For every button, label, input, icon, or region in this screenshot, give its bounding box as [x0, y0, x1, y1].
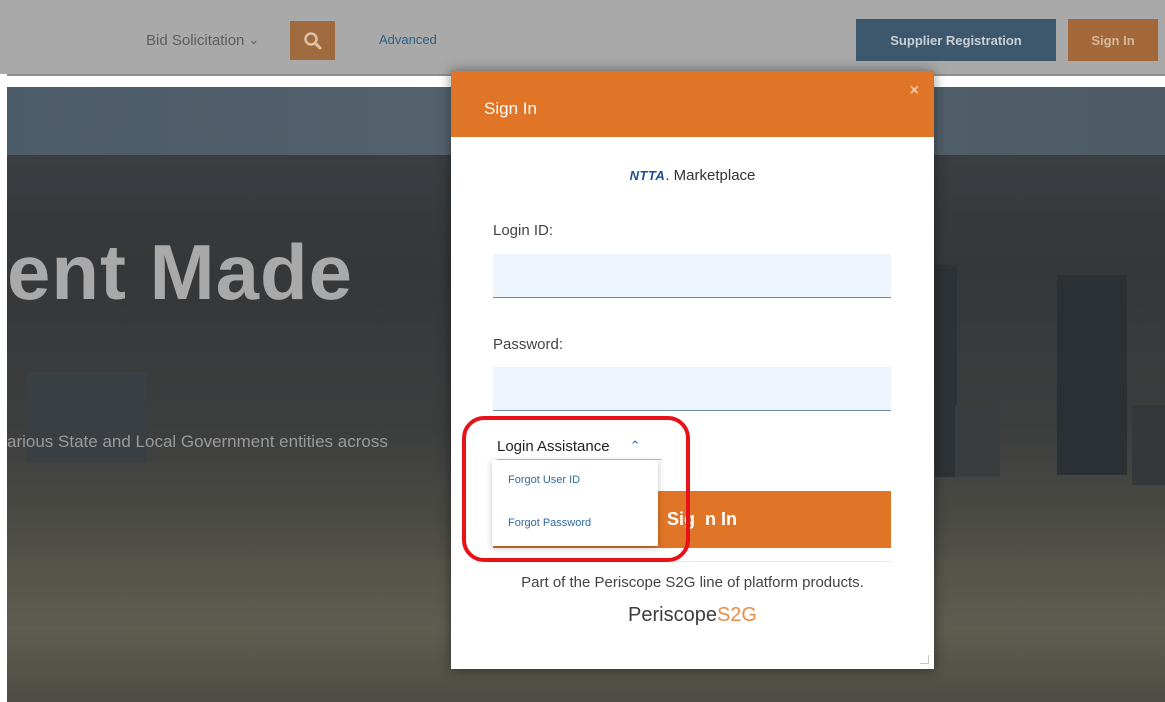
hero-subtitle: arious State and Local Government entiti… — [7, 432, 388, 451]
password-label: Password: — [493, 336, 564, 353]
bid-solicitation-select[interactable]: Bid Solicitation ⌄ — [146, 30, 259, 50]
annotation-highlight-ring — [462, 416, 690, 562]
hero-building — [955, 405, 1000, 477]
login-id-input[interactable] — [493, 254, 891, 298]
marketplace-logo-text: Marketplace — [673, 167, 756, 184]
modal-header: Sign In × — [451, 71, 934, 137]
top-navigation-bar: Bid Solicitation ⌄ Advanced Supplier Reg… — [0, 0, 1165, 76]
ntta-marketplace-logo: NTTA. Marketplace — [451, 167, 934, 184]
sign-in-modal: Sign In × NTTA. Marketplace Login ID: Pa… — [451, 71, 934, 669]
periscope-logo-text: Periscope — [628, 604, 717, 626]
platform-footer-text: Part of the Periscope S2G line of platfo… — [521, 574, 864, 591]
hero-building — [1132, 405, 1165, 485]
modal-title: Sign In — [484, 99, 537, 118]
close-icon[interactable]: × — [910, 83, 919, 99]
hero-building — [1057, 275, 1127, 475]
logo-dot: . — [665, 167, 670, 184]
search-button[interactable] — [290, 21, 335, 60]
sign-in-label-part-2: n In — [705, 509, 737, 529]
advanced-search-link[interactable]: Advanced — [379, 32, 437, 47]
s2g-logo-text: S2G — [716, 604, 757, 626]
hero-building — [935, 265, 957, 477]
password-input[interactable] — [493, 367, 891, 411]
ntta-logo-text: NTTA — [629, 168, 666, 183]
login-id-label: Login ID: — [493, 222, 554, 239]
periscope-s2g-logo: PeriscopeS2G — [451, 604, 934, 627]
bid-solicitation-label: Bid Solicitation — [146, 31, 245, 49]
hero-title: ent Made — [7, 228, 354, 316]
page-left-edge — [0, 74, 7, 702]
sign-in-top-button[interactable]: Sign In — [1068, 19, 1158, 61]
supplier-registration-button[interactable]: Supplier Registration — [856, 19, 1056, 61]
resize-handle[interactable] — [920, 655, 929, 664]
chevron-down-icon: ⌄ — [248, 32, 260, 47]
search-icon — [303, 31, 321, 49]
